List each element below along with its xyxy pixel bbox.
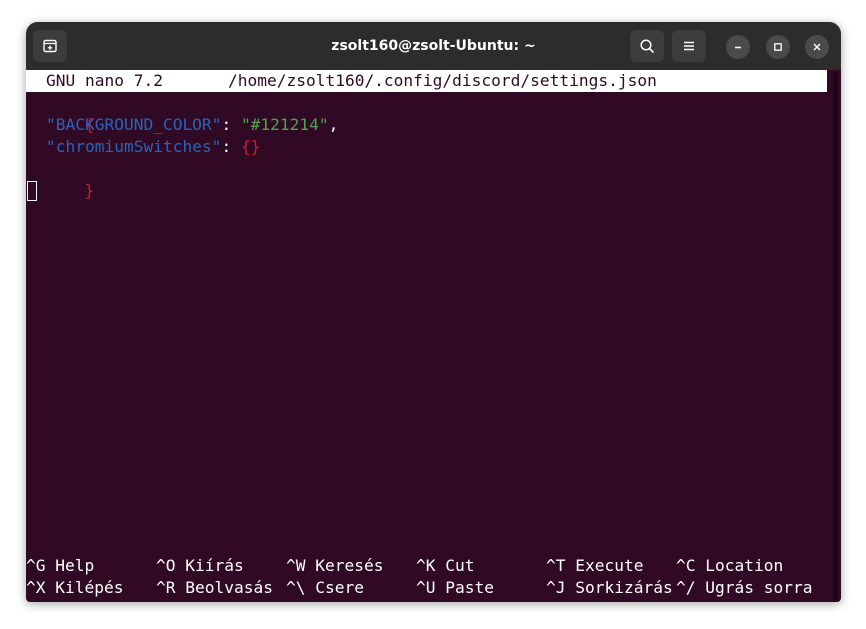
shortcut-label: Location: [705, 556, 784, 575]
shortcut-label: Csere: [315, 578, 364, 597]
shortcut-key: ^W: [286, 556, 306, 575]
file-path: /home/zsolt160/.config/discord/settings.…: [228, 71, 657, 90]
json-key: "chromiumSwitches": [46, 137, 222, 156]
shortcut-location[interactable]: ^C Location: [676, 555, 783, 577]
titlebar: zsolt160@zsolt-Ubuntu: ~: [26, 22, 841, 70]
shortcut-justify[interactable]: ^J Sorkizárás: [546, 577, 673, 599]
editor-line-4[interactable]: }: [26, 158, 94, 200]
json-colon: :: [221, 115, 232, 134]
editor-line-1[interactable]: {: [26, 92, 94, 134]
shortcut-exit[interactable]: ^X Kilépés: [26, 577, 123, 599]
shortcut-key: ^O: [156, 556, 176, 575]
shortcut-label: Ugrás sorra: [705, 578, 813, 597]
json-key: "BACKGROUND_COLOR": [46, 115, 222, 134]
editor-line-2[interactable]: "BACKGROUND_COLOR": "#121214",: [46, 114, 338, 136]
shortcut-where-is[interactable]: ^W Keresés: [286, 555, 383, 577]
shortcut-key: ^C: [676, 556, 696, 575]
shortcut-read-file[interactable]: ^R Beolvasás: [156, 577, 273, 599]
json-string-value: "#121214": [240, 115, 329, 134]
shortcut-go-to-line[interactable]: ^/ Ugrás sorra: [676, 577, 812, 599]
window-title: zsolt160@zsolt-Ubuntu: ~: [331, 38, 536, 54]
shortcut-key: ^T: [546, 556, 566, 575]
maximize-button[interactable]: [766, 35, 790, 59]
shortcut-label: Help: [55, 556, 95, 575]
shortcut-key: ^X: [26, 578, 46, 597]
search-icon: [640, 39, 654, 53]
minimize-button[interactable]: [726, 35, 750, 59]
shortcut-key: ^J: [546, 578, 566, 597]
close-button[interactable]: [805, 35, 829, 59]
shortcut-write-out[interactable]: ^O Kiírás: [156, 555, 244, 577]
maximize-icon: [774, 43, 782, 51]
shortcut-key: ^/: [676, 578, 696, 597]
json-object-value: {}: [240, 137, 261, 156]
shortcut-execute[interactable]: ^T Execute: [546, 555, 643, 577]
hamburger-menu-icon: [684, 41, 694, 51]
shortcut-label: Keresés: [315, 556, 384, 575]
terminal-area[interactable]: GNU nano 7.2/home/zsolt160/.config/disco…: [26, 70, 832, 602]
nano-version: GNU nano 7.2: [46, 71, 163, 90]
json-brace: }: [84, 181, 95, 200]
shortcut-key: ^K: [416, 556, 436, 575]
terminal-window: zsolt160@zsolt-Ubuntu: ~ GNU nano 7.2 /h…: [26, 22, 841, 602]
shortcut-label: Execute: [575, 556, 644, 575]
json-colon: :: [221, 137, 232, 156]
shortcut-key: ^\: [286, 578, 306, 597]
nano-header-bar: GNU nano 7.2/home/zsolt160/.config/disco…: [26, 70, 827, 92]
json-comma: ,: [328, 115, 339, 134]
shortcut-key: ^R: [156, 578, 176, 597]
scrollbar[interactable]: [833, 72, 838, 600]
shortcut-label: Sorkizárás: [575, 578, 673, 597]
shortcut-help[interactable]: ^G Help: [26, 555, 94, 577]
minimize-icon: [735, 46, 741, 49]
shortcut-label: Cut: [445, 556, 475, 575]
shortcut-replace[interactable]: ^\ Csere: [286, 577, 364, 599]
shortcut-key: ^U: [416, 578, 436, 597]
close-icon: [813, 43, 821, 51]
menu-button[interactable]: [672, 30, 706, 62]
shortcut-key: ^G: [26, 556, 46, 575]
shortcut-cut[interactable]: ^K Cut: [416, 555, 475, 577]
shortcut-paste[interactable]: ^U Paste: [416, 577, 494, 599]
editor-line-3[interactable]: "chromiumSwitches": {}: [46, 136, 260, 158]
shortcut-label: Kiírás: [185, 556, 244, 575]
search-button[interactable]: [630, 30, 664, 62]
shortcut-label: Kilépés: [55, 578, 124, 597]
shortcut-label: Paste: [445, 578, 494, 597]
shortcut-label: Beolvasás: [185, 578, 273, 597]
text-cursor: [27, 181, 37, 201]
